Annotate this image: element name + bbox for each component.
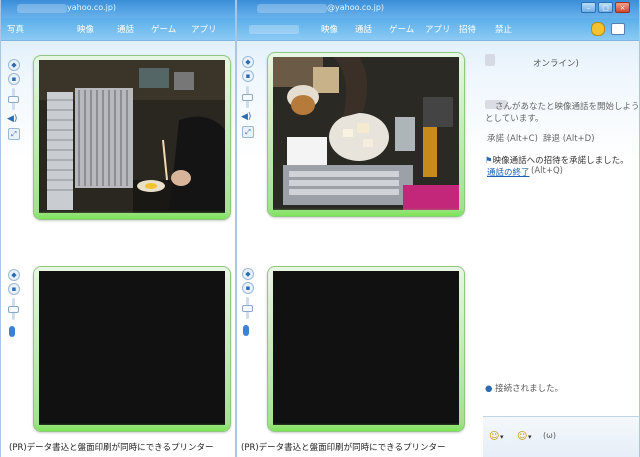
chat-toolbar: ☺ ▾ ☺ ▾ (ω) ✎ A xyxy=(483,416,639,457)
remote-video-image xyxy=(273,57,459,210)
fullscreen-button[interactable]: ⤢ xyxy=(8,128,20,140)
window-title: @yahoo.co.jp) xyxy=(327,3,385,12)
camera-options-button[interactable]: ▪ xyxy=(242,282,254,294)
emoticon-icon[interactable]: ☺ xyxy=(489,431,499,442)
menu-game[interactable]: ゲーム xyxy=(151,23,176,35)
wink-icon[interactable]: ☺ xyxy=(517,431,527,442)
local-video-frame xyxy=(33,266,231,432)
ad-banner[interactable]: (PR)データ書込と盤面印刷が同時にできるプリンター xyxy=(241,441,446,453)
speaker-icon[interactable]: ◀) xyxy=(7,114,17,124)
camera-options-button[interactable]: ▪ xyxy=(8,283,20,295)
menu-video[interactable]: 映像 xyxy=(77,23,94,35)
menu-invite[interactable]: 招待 xyxy=(459,23,476,35)
volume-slider-knob[interactable] xyxy=(242,94,253,101)
remote-video-frame xyxy=(33,55,231,220)
options-menu-icon[interactable] xyxy=(611,23,625,35)
settings-button[interactable]: ◆ xyxy=(8,59,20,71)
menu-redacted xyxy=(249,25,299,34)
remote-video-image xyxy=(39,60,225,213)
menu-bar: 映像 通話 ゲーム アプリ 招待 禁止 xyxy=(237,18,639,41)
fullscreen-button[interactable]: ⤢ xyxy=(242,126,254,138)
contact-avatar-redacted xyxy=(485,54,495,66)
local-video xyxy=(39,271,225,425)
info-icon: ⚑ xyxy=(485,156,493,166)
video-options-button[interactable]: ▪ xyxy=(242,70,254,82)
volume-slider-knob[interactable] xyxy=(8,96,19,103)
title-redacted xyxy=(17,4,67,13)
title-bar[interactable]: yahoo.co.jp) xyxy=(1,0,235,18)
menu-block[interactable]: 禁止 xyxy=(495,23,512,35)
remote-video xyxy=(39,60,225,213)
info-icon: ● xyxy=(485,384,493,394)
end-call-link[interactable]: 通話の終了 xyxy=(487,166,530,178)
local-video-frame xyxy=(267,266,465,432)
minimize-button[interactable]: – xyxy=(581,2,596,13)
messenger-window-right: @yahoo.co.jp) – □ × 映像 通話 ゲーム アプリ 招待 禁止 … xyxy=(236,0,640,457)
menu-call[interactable]: 通話 xyxy=(355,23,372,35)
title-redacted xyxy=(257,4,327,13)
local-video xyxy=(273,271,459,425)
decline-option[interactable]: 辞退 (Alt+D) xyxy=(543,132,595,144)
menu-call[interactable]: 通話 xyxy=(117,23,134,35)
menu-apps[interactable]: アプリ xyxy=(191,23,217,35)
accept-option[interactable]: 承諾 (Alt+C) xyxy=(487,132,538,144)
window-title: yahoo.co.jp) xyxy=(67,3,117,12)
messenger-window-left: yahoo.co.jp) 写真 映像 通話 ゲーム アプリ ◆ ▪ ◀) ⤢ ◆… xyxy=(0,0,236,457)
close-button[interactable]: × xyxy=(615,2,630,13)
nudge-icon[interactable]: (ω) xyxy=(543,431,556,440)
mic-icon[interactable] xyxy=(9,326,15,337)
video-options-button[interactable]: ▪ xyxy=(8,73,20,85)
camera-settings-button[interactable]: ◆ xyxy=(8,269,20,281)
maximize-button[interactable]: □ xyxy=(598,2,613,13)
call-request-line-1: さんがあなたと映像通話を開始しよう xyxy=(495,102,640,112)
menu-game[interactable]: ゲーム xyxy=(389,23,414,35)
contact-status: オンライン) xyxy=(533,59,579,69)
ad-banner[interactable]: (PR)データ書込と盤面印刷が同時にできるプリンター xyxy=(9,441,214,453)
mic-icon[interactable] xyxy=(243,325,249,336)
settings-button[interactable]: ◆ xyxy=(242,56,254,68)
menu-video[interactable]: 映像 xyxy=(321,23,338,35)
end-call-shortcut: (Alt+Q) xyxy=(531,166,563,176)
status-emoticon-icon[interactable] xyxy=(591,22,605,36)
menu-bar: 写真 映像 通話 ゲーム アプリ xyxy=(1,18,235,41)
speaker-icon[interactable]: ◀) xyxy=(241,112,251,122)
connected-message: ● 接続されました。 xyxy=(485,384,564,394)
wink-dropdown-icon[interactable]: ▾ xyxy=(528,433,532,441)
title-bar[interactable]: @yahoo.co.jp) – □ × xyxy=(237,0,639,18)
remote-video-frame xyxy=(267,52,465,217)
remote-video xyxy=(273,57,459,210)
mic-slider-knob[interactable] xyxy=(8,306,19,313)
mic-slider-knob[interactable] xyxy=(242,305,253,312)
menu-photo[interactable]: 写真 xyxy=(7,23,24,35)
call-request-line-2: としています。 xyxy=(485,114,544,124)
menu-apps[interactable]: アプリ xyxy=(425,23,451,35)
invite-accepted-message: ⚑映像通話への招待を承諾しました。 xyxy=(485,156,629,166)
camera-settings-button[interactable]: ◆ xyxy=(242,268,254,280)
emoticon-dropdown-icon[interactable]: ▾ xyxy=(500,433,504,441)
